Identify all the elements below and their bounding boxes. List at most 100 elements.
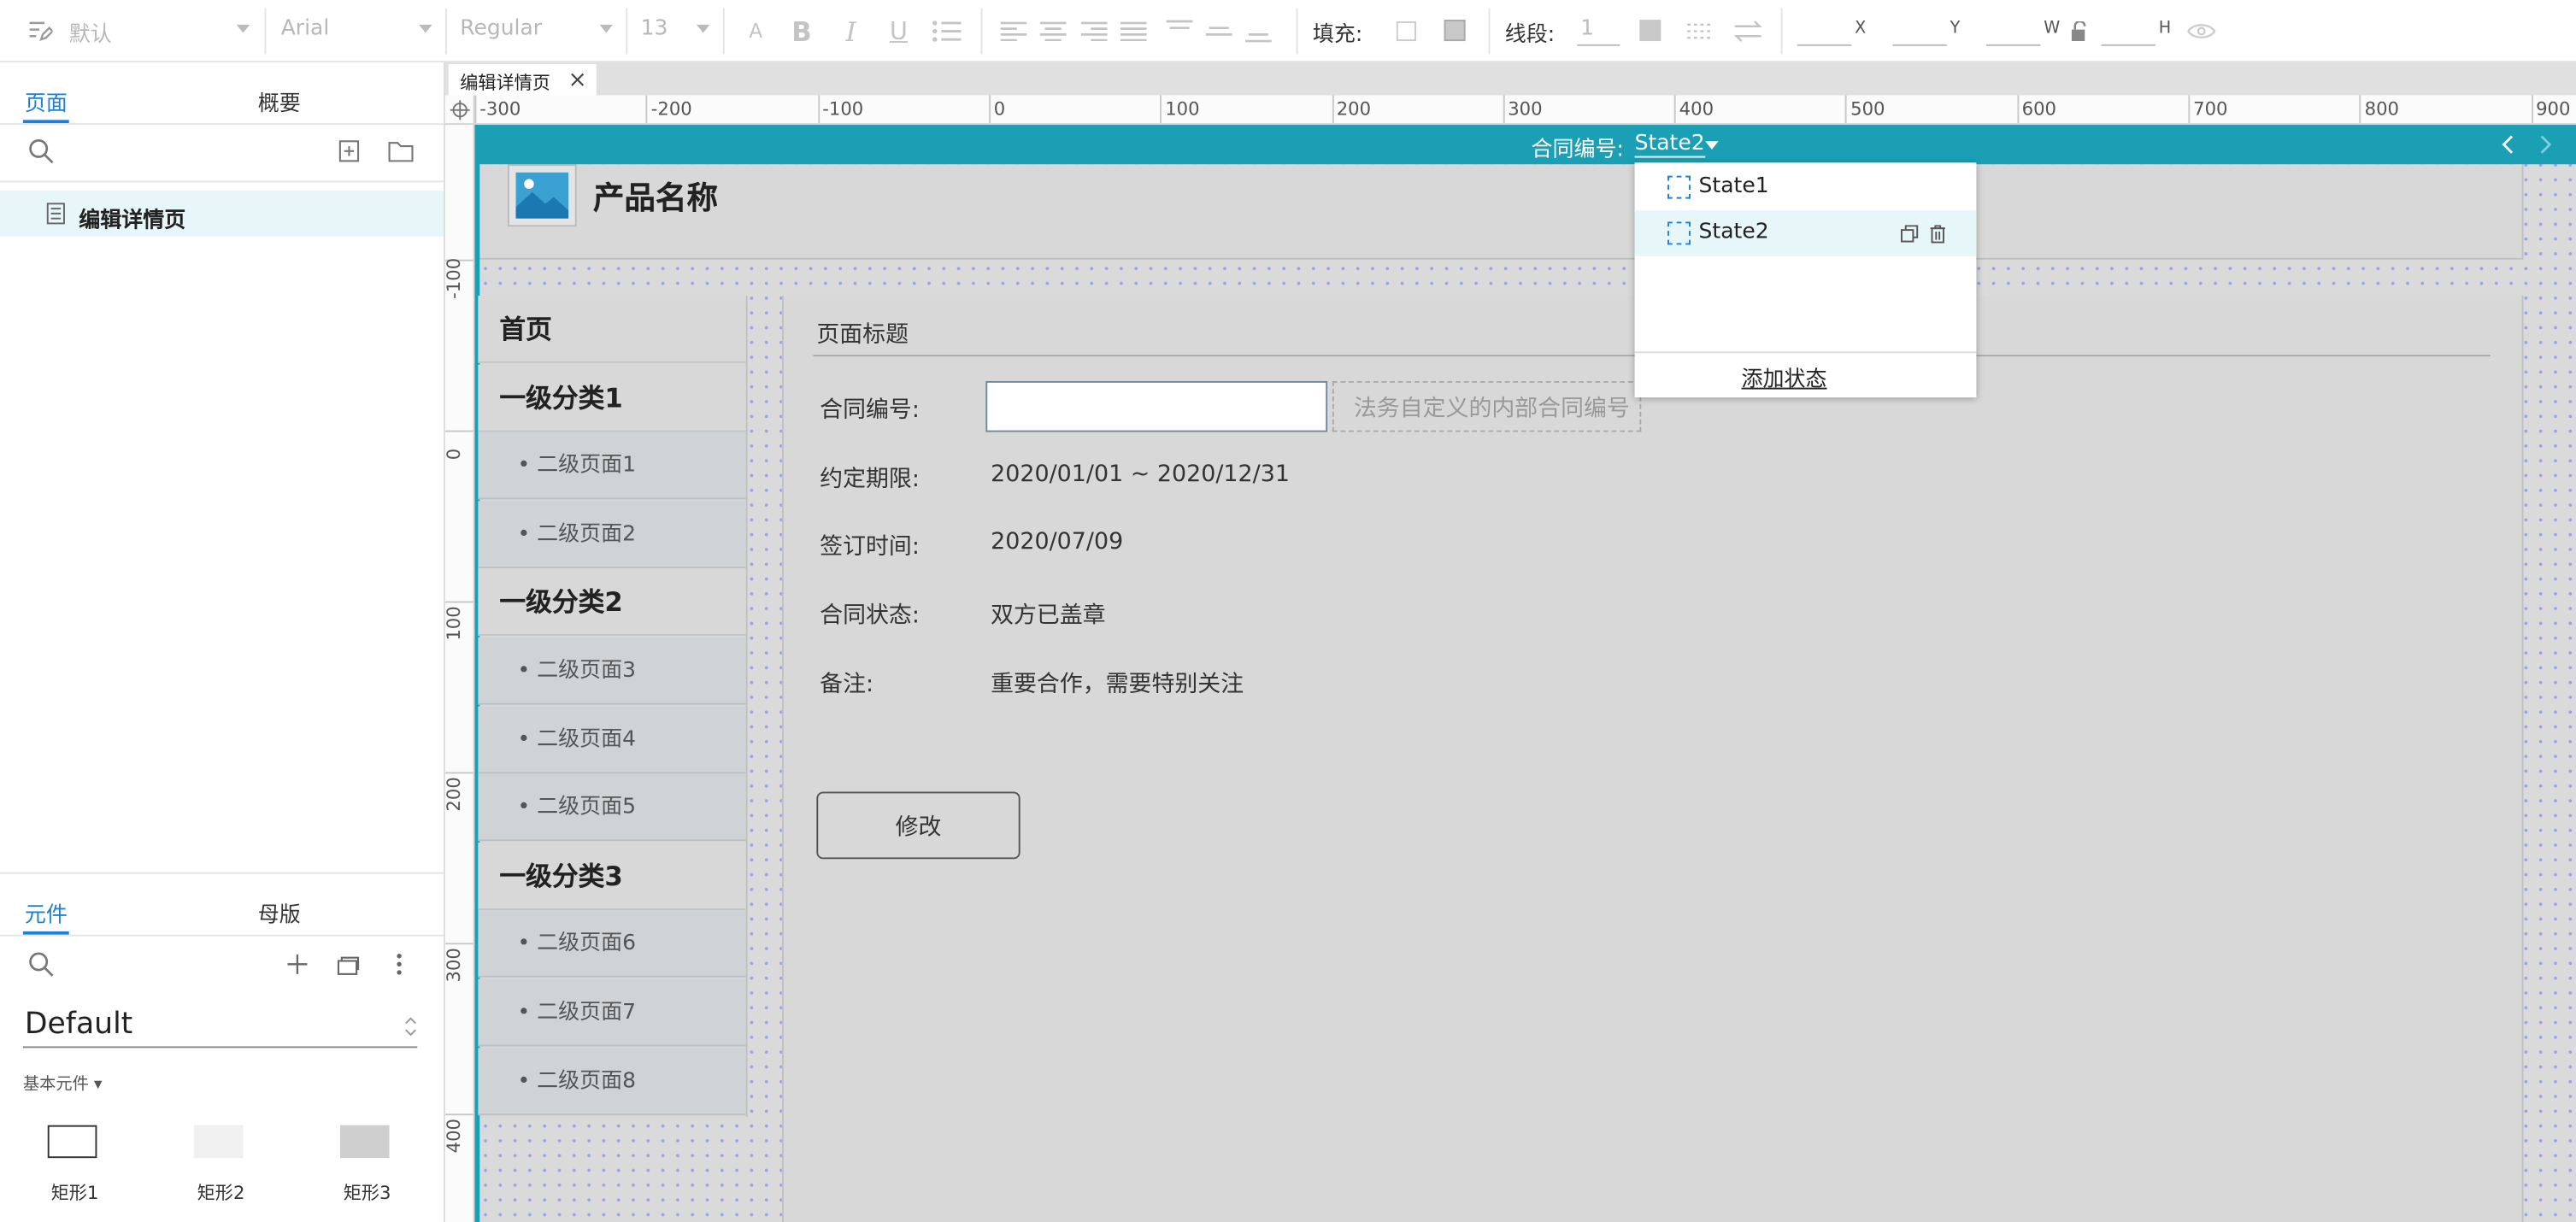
valign-top-icon[interactable] [1163, 15, 1196, 47]
ruler-tick [817, 95, 820, 124]
font-weight-dropdown[interactable]: Regular [460, 16, 542, 52]
search-icon[interactable] [26, 137, 56, 167]
bullet-list-icon[interactable] [930, 15, 962, 47]
library-selector[interactable]: Default [25, 1007, 132, 1041]
x-input[interactable] [1797, 44, 1852, 46]
nav-item-secondary[interactable]: • 二级页面7 [478, 978, 746, 1047]
document-tab[interactable]: 编辑详情页 [448, 63, 597, 96]
nav-item-primary[interactable]: 一级分类3 [478, 842, 746, 910]
chevron-down-icon [419, 24, 432, 33]
stroke-color-swatch[interactable] [1639, 20, 1661, 42]
nav-item-primary[interactable]: 一级分类2 [478, 568, 746, 637]
y-input[interactable] [1892, 44, 1947, 46]
nav-item-secondary[interactable]: • 二级页面8 [478, 1047, 746, 1115]
fill-color-swatch[interactable] [1444, 20, 1466, 42]
tab-widgets[interactable]: 元件 [25, 897, 68, 928]
align-right-icon[interactable] [1078, 15, 1110, 47]
w-label: W [2044, 20, 2061, 38]
page-icon [44, 202, 68, 225]
header-area [478, 164, 2524, 260]
ruler-label: -100 [822, 98, 864, 120]
document-tab-bar [444, 62, 2576, 96]
bold-icon[interactable]: B [785, 15, 818, 47]
lock-icon[interactable] [2063, 15, 2096, 47]
search-icon[interactable] [26, 949, 56, 979]
font-color-icon[interactable]: A [739, 15, 772, 47]
stroke-width-input[interactable]: 1 [1580, 16, 1594, 41]
widget-rect-1-thumb[interactable] [47, 1125, 97, 1159]
nav-item-primary[interactable]: 首页 [478, 295, 746, 363]
ruler-tick [444, 430, 473, 432]
field-label-status: 合同状态: [820, 602, 920, 630]
state-item-label: State1 [1698, 173, 1769, 199]
align-center-icon[interactable] [1037, 15, 1069, 47]
align-justify-icon[interactable] [1117, 15, 1150, 47]
w-input[interactable] [1985, 44, 2041, 46]
section-basic-widgets[interactable]: 基本元件 ▾ [23, 1069, 103, 1094]
add-folder-icon[interactable] [386, 138, 416, 164]
valign-bottom-icon[interactable] [1242, 15, 1274, 47]
tab-masters[interactable]: 母版 [258, 897, 301, 928]
nav-item-secondary[interactable]: • 二级页面3 [478, 637, 746, 705]
widget-rect-2-thumb[interactable] [193, 1125, 244, 1159]
arrow-style-icon[interactable] [1732, 15, 1764, 47]
stroke-pattern-icon[interactable] [1684, 15, 1716, 47]
x-label: X [1855, 20, 1867, 38]
library-stack-icon[interactable] [335, 951, 365, 978]
field-label-signed: 签订时间: [820, 533, 920, 561]
toolbar-divider [444, 8, 447, 55]
chevron-right-icon[interactable] [2535, 133, 2555, 156]
toolbar-divider [626, 8, 628, 55]
add-page-icon[interactable] [337, 138, 363, 164]
widget-rect-3-thumb[interactable] [339, 1125, 390, 1159]
ruler-label: 300 [443, 948, 465, 983]
delete-icon[interactable] [1927, 223, 1947, 243]
field-value-signed: 2020/07/09 [991, 528, 1124, 555]
chevron-down-icon [697, 24, 710, 33]
nav-item-primary[interactable]: 一级分类1 [478, 363, 746, 432]
field-label-term: 约定期限: [820, 466, 920, 493]
edit-button[interactable]: 修改 [816, 791, 1020, 860]
field-label-remark: 备注: [820, 672, 874, 698]
underline-icon[interactable]: U [882, 15, 915, 47]
contract-no-input[interactable] [985, 380, 1328, 432]
chevron-updown-icon[interactable] [403, 1012, 419, 1042]
nav-item-secondary[interactable]: • 二级页面2 [478, 500, 746, 568]
crosshair-icon[interactable] [449, 98, 472, 121]
ruler-label: 100 [1165, 98, 1200, 120]
fill-none-swatch[interactable] [1396, 21, 1416, 42]
font-size-dropdown[interactable]: 13 [641, 16, 668, 52]
italic-icon[interactable]: I [834, 15, 867, 47]
horizontal-ruler: -300 -200 -100 0 100 200 300 400 500 600 700 800 900 [444, 95, 2576, 126]
duplicate-icon[interactable] [1899, 223, 1919, 243]
valign-middle-icon[interactable] [1203, 15, 1235, 47]
more-options-icon[interactable] [390, 951, 409, 978]
style-edit-icon[interactable] [23, 15, 56, 47]
style-preset-dropdown[interactable]: 默认 [69, 16, 112, 52]
nav-item-secondary[interactable]: • 二级页面1 [478, 432, 746, 500]
ruler-label: 600 [2021, 98, 2056, 120]
state-selector[interactable]: State2 [1634, 132, 1705, 158]
tab-pages[interactable]: 页面 [25, 85, 68, 117]
content-area [781, 295, 2524, 1222]
ruler-tick [444, 601, 473, 603]
nav-item-secondary[interactable]: • 二级页面6 [478, 910, 746, 978]
toolbar-divider [1488, 8, 1491, 55]
add-state-link[interactable]: 添加状态 [1742, 361, 1827, 393]
align-left-icon[interactable] [997, 15, 1030, 47]
add-library-icon[interactable] [285, 951, 311, 978]
chevron-left-icon[interactable] [2499, 133, 2519, 156]
chevron-down-icon[interactable] [1705, 141, 1719, 150]
ruler-tick [444, 943, 473, 945]
product-name: 产品名称 [592, 180, 719, 217]
document-tab-label: 编辑详情页 [460, 72, 550, 94]
tab-outline[interactable]: 概要 [258, 85, 301, 117]
close-icon[interactable] [567, 69, 586, 89]
eye-icon[interactable] [2185, 15, 2218, 47]
ruler-tick [988, 95, 991, 124]
font-family-dropdown[interactable]: Arial [281, 16, 330, 52]
h-input[interactable] [2101, 44, 2155, 46]
nav-item-secondary[interactable]: • 二级页面5 [478, 773, 746, 842]
ruler-tick [444, 1113, 473, 1116]
nav-item-secondary[interactable]: • 二级页面4 [478, 705, 746, 773]
